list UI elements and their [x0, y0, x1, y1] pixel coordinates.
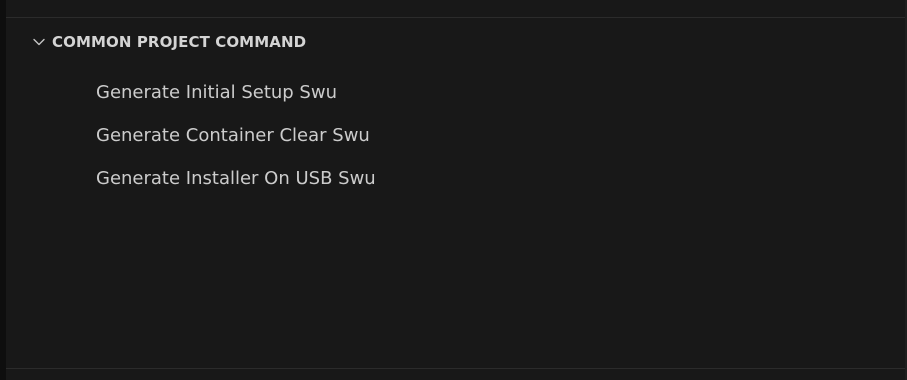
- section-title: COMMON PROJECT COMMAND: [52, 33, 307, 51]
- tree-item-label: Generate Container Clear Swu: [96, 125, 370, 146]
- tree-item-generate-installer-on-usb-swu[interactable]: Generate Installer On USB Swu: [6, 157, 905, 200]
- chevron-down-icon[interactable]: [32, 35, 46, 49]
- bottom-divider: [6, 368, 905, 369]
- section-header-common-project-command[interactable]: COMMON PROJECT COMMAND: [6, 27, 905, 57]
- top-divider: [6, 17, 905, 18]
- tree-item-generate-initial-setup-swu[interactable]: Generate Initial Setup Swu: [6, 71, 905, 114]
- sidebar-view: COMMON PROJECT COMMAND Generate Initial …: [0, 0, 907, 380]
- command-tree: Generate Initial Setup Swu Generate Cont…: [6, 71, 905, 200]
- tree-item-label: Generate Installer On USB Swu: [96, 168, 376, 189]
- tree-item-label: Generate Initial Setup Swu: [96, 82, 337, 103]
- tree-view-panel: COMMON PROJECT COMMAND Generate Initial …: [6, 0, 905, 380]
- tree-item-generate-container-clear-swu[interactable]: Generate Container Clear Swu: [6, 114, 905, 157]
